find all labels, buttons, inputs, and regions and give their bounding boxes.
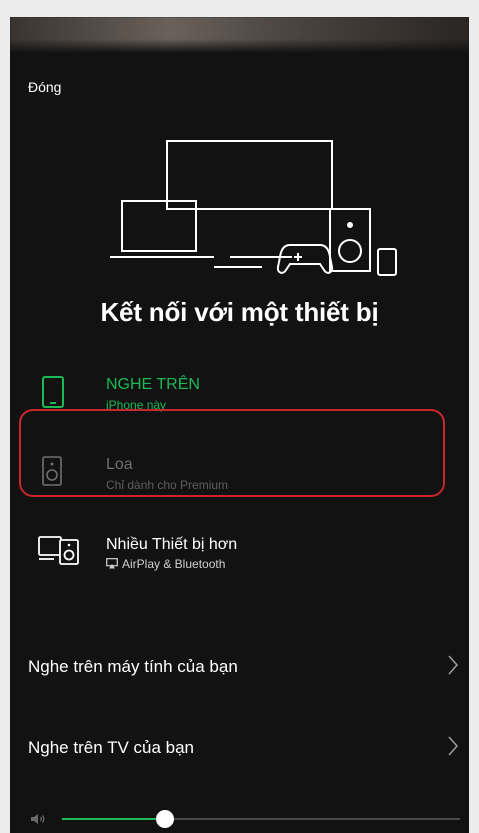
airplay-icon	[106, 558, 118, 569]
listen-on-computer-label: Nghe trên máy tính của bạn	[28, 657, 238, 676]
page-title: Kết nối với một thiết bị	[100, 297, 379, 327]
volume-fill	[62, 818, 166, 820]
volume-low-icon	[31, 814, 45, 824]
volume-slider[interactable]	[62, 810, 460, 828]
device-name: Nhiều Thiết bị hơn	[106, 536, 238, 553]
device-item-more-devices[interactable]: Nhiều Thiết bị hơn AirPlay & Bluetooth	[10, 522, 469, 582]
device-name: NGHE TRÊN	[106, 376, 200, 393]
connect-device-screen: Đóng Kết nối với một thiết bị NGHE TRÊN …	[10, 17, 469, 833]
devices-illustration	[110, 140, 397, 276]
close-button[interactable]: Đóng	[28, 79, 61, 95]
background-image-strip	[10, 17, 469, 53]
listen-on-computer-row[interactable]: Nghe trên máy tính của bạn	[10, 642, 469, 692]
phone-outline	[377, 248, 397, 276]
more-devices-icon	[38, 536, 79, 565]
device-item-speaker[interactable]: Loa Chỉ dành cho Premium	[10, 442, 469, 502]
speaker-icon	[42, 456, 62, 486]
chevron-right-icon	[448, 655, 459, 675]
volume-thumb[interactable]	[156, 810, 175, 828]
device-name: Loa	[106, 456, 133, 473]
listen-on-tv-row[interactable]: Nghe trên TV của bạn	[10, 723, 469, 773]
chevron-right-icon	[448, 736, 459, 756]
device-subtitle: AirPlay & Bluetooth	[122, 557, 226, 571]
volume-control	[10, 805, 469, 833]
device-item-this-iphone[interactable]: NGHE TRÊN iPhone này	[10, 362, 469, 422]
device-subtitle: iPhone này	[106, 398, 167, 412]
tv-outline	[166, 140, 333, 210]
gamepad-icon	[276, 244, 334, 274]
device-subtitle: Chỉ dành cho Premium	[106, 478, 229, 492]
listen-on-tv-label: Nghe trên TV của bạn	[28, 738, 195, 757]
phone-icon	[42, 376, 64, 408]
